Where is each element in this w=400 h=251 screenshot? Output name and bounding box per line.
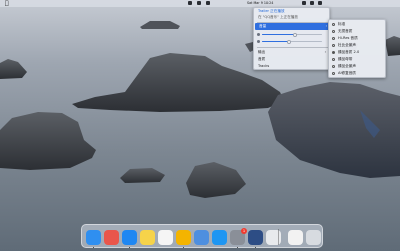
apple-menu-icon[interactable]:  <box>5 0 9 7</box>
now-playing-subtitle[interactable]: 在 "QQ音乐" 上正在播放 <box>254 14 329 21</box>
now-playing-menu: Trailer 正在播放 在 "QQ音乐" 上正在播放 音量 › 输出 › 音质… <box>253 7 330 70</box>
submenu-item[interactable]: 标准 <box>329 21 385 28</box>
menu-bar-extras <box>188 1 210 6</box>
menu-extra-icon[interactable] <box>188 1 192 5</box>
notification-badge: 1 <box>241 228 247 234</box>
running-indicator <box>128 246 131 248</box>
running-indicator <box>182 246 185 248</box>
audio-quality-submenu: 标准无损音质 Hi-Res 音质 杜比全景声臻品音质 2.0 臻品母带臻品全景声 AI修… <box>328 19 386 78</box>
submenu-item-label: 臻品音质 2.0 <box>338 50 360 54</box>
radio-icon <box>332 65 335 68</box>
radio-icon <box>332 23 335 26</box>
spotlight-icon[interactable] <box>310 1 314 5</box>
submenu-item-label: 臻品全景声 <box>338 64 356 68</box>
brightness-slider[interactable] <box>262 39 322 44</box>
submenu-item[interactable]: 臻品全景声 <box>329 63 385 70</box>
submenu-item[interactable]: 臻品音质 2.0 <box>329 49 385 56</box>
tracks-label: Tracks <box>258 64 270 68</box>
speaker-icon <box>257 33 260 36</box>
volume-slider-fill <box>262 34 295 36</box>
output-menu-item[interactable]: 输出 › <box>254 49 329 56</box>
app-store-icon[interactable] <box>212 230 227 245</box>
printer-icon[interactable] <box>266 230 281 245</box>
submenu-item[interactable]: 臻品母带 <box>329 56 385 63</box>
submenu-item[interactable]: Hi-Res 音质 <box>329 35 385 42</box>
running-indicator <box>236 246 239 248</box>
quality-menu-item[interactable]: 音质 <box>254 56 329 63</box>
calendar-icon[interactable] <box>158 230 173 245</box>
safari-icon[interactable] <box>122 230 137 245</box>
volume-menu-item[interactable]: 音量 › <box>255 23 330 30</box>
sun-icon <box>257 40 260 43</box>
music-icon[interactable] <box>248 230 263 245</box>
radio-icon <box>332 30 335 33</box>
brightness-slider-knob[interactable] <box>287 39 291 44</box>
submenu-item[interactable]: 杜比全景声 <box>329 42 385 49</box>
menu-separator <box>257 47 328 48</box>
dock: 1 <box>81 224 323 248</box>
radio-icon <box>332 58 335 61</box>
trash-icon[interactable] <box>306 230 321 245</box>
control-center-icon[interactable] <box>206 1 210 5</box>
volume-slider[interactable] <box>262 32 322 37</box>
submenu-item-label: 无损音质 <box>338 29 353 33</box>
quality-label: 音质 <box>258 57 266 61</box>
submenu-item-label: 标准 <box>338 22 346 26</box>
launchpad-icon[interactable] <box>104 230 119 245</box>
radio-icon <box>332 72 335 75</box>
tracks-menu-item[interactable]: Tracks <box>254 63 329 70</box>
document-icon[interactable] <box>288 230 303 245</box>
submenu-item-label: AI修复音质 <box>338 71 356 75</box>
chevron-right-icon: › <box>324 50 326 54</box>
submenu-item-label: Hi-Res 音质 <box>338 36 358 40</box>
menu-bar-status <box>302 1 322 6</box>
output-label: 输出 <box>258 50 266 54</box>
selected-radio-icon <box>332 51 335 54</box>
volume-label: 音量 <box>259 24 267 28</box>
menu-bar-clock[interactable]: Sat Mar 9 10:24 <box>247 0 273 7</box>
battery-icon[interactable] <box>302 1 306 5</box>
submenu-item[interactable]: 无损音质 <box>329 28 385 35</box>
submenu-item-label: 杜比全景声 <box>338 43 356 47</box>
finder-icon[interactable] <box>86 230 101 245</box>
submenu-item[interactable]: AI修复音质 <box>329 70 385 77</box>
chevron-right-icon: › <box>325 24 327 28</box>
radio-icon <box>332 44 335 47</box>
running-indicator <box>92 246 95 248</box>
chrome-icon[interactable] <box>176 230 191 245</box>
volume-slider-knob[interactable] <box>293 32 297 37</box>
notes-icon[interactable] <box>140 230 155 245</box>
siri-icon[interactable] <box>318 1 322 5</box>
menu-bar:  Sat Mar 9 10:24 <box>0 0 400 7</box>
xcode-icon[interactable] <box>194 230 209 245</box>
brightness-slider-fill <box>262 41 289 43</box>
running-indicator <box>254 246 257 248</box>
radio-icon <box>332 37 335 40</box>
dock-divider <box>278 229 279 245</box>
submenu-item-label: 臻品母带 <box>338 57 353 61</box>
wifi-icon[interactable] <box>197 1 201 5</box>
